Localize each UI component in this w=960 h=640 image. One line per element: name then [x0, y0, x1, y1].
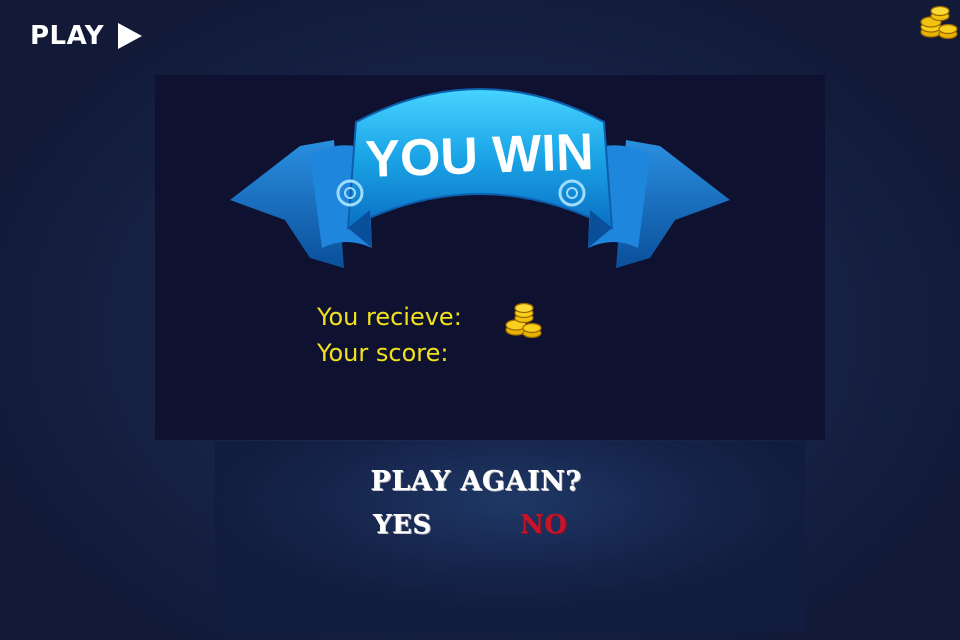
receive-label: You recieve:	[317, 303, 462, 331]
play-button-label: PLAY	[30, 21, 105, 51]
banner-title: YOU WIN	[364, 123, 594, 189]
play-button[interactable]: PLAY	[30, 20, 143, 52]
coin-stack-icon[interactable]	[918, 2, 960, 40]
yes-button[interactable]: YES	[373, 510, 432, 540]
no-button[interactable]: NO	[520, 510, 567, 540]
play-again-prompt: PLAY AGAIN?	[370, 466, 582, 497]
play-triangle-icon	[118, 23, 143, 49]
score-label: Your score:	[317, 339, 449, 367]
coin-stack-icon	[505, 302, 542, 339]
you-win-banner: YOU WIN	[230, 88, 730, 268]
